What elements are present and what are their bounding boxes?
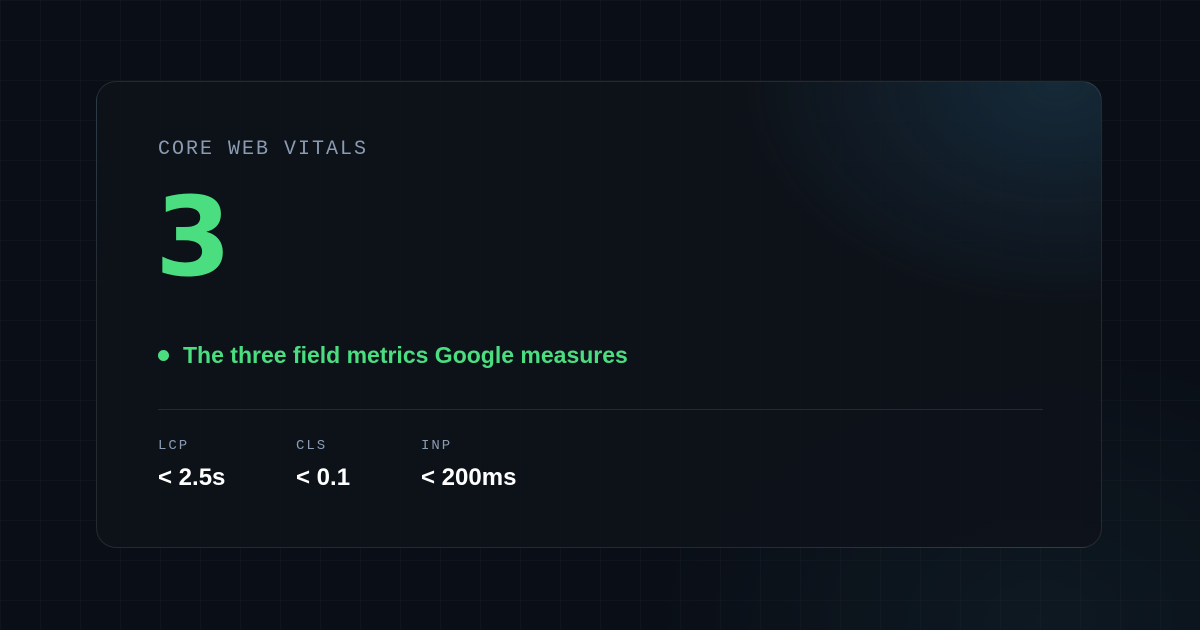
metric-value: < 200ms xyxy=(421,464,517,491)
metric-inp: INP < 200ms xyxy=(421,438,516,492)
card-caption: The three field metrics Google measures xyxy=(183,342,628,368)
metric-label: CLS xyxy=(296,438,328,454)
divider xyxy=(158,409,1043,410)
metric-cls: CLS < 0.1 xyxy=(296,438,350,492)
metric-value: < 2.5s xyxy=(158,464,226,491)
vitals-card: CORE WEB VITALS 3 The three field metric… xyxy=(96,81,1102,548)
metric-value: < 0.1 xyxy=(296,464,351,491)
caption-row: The three field metrics Google measures xyxy=(158,342,628,369)
metric-label: LCP xyxy=(158,438,190,454)
card-eyebrow: CORE WEB VITALS xyxy=(158,138,369,161)
metric-count: 3 xyxy=(155,173,232,301)
status-dot-icon xyxy=(158,350,169,361)
metric-lcp: LCP < 2.5s xyxy=(158,438,225,492)
metric-label: INP xyxy=(421,438,453,454)
